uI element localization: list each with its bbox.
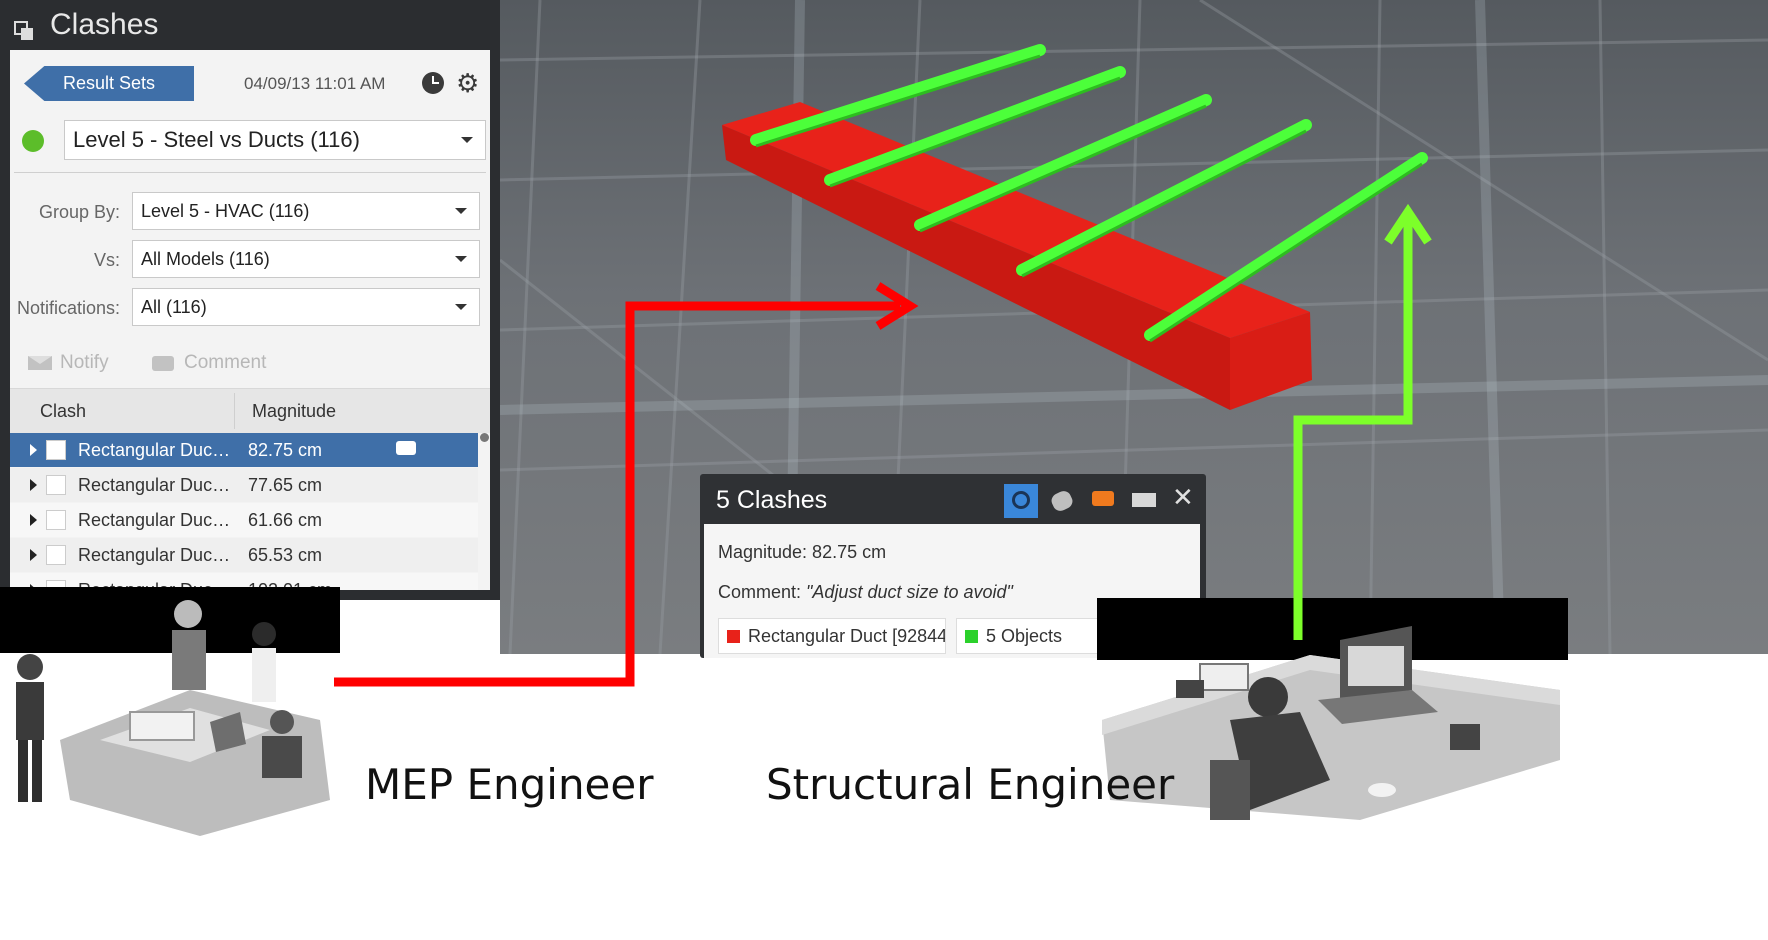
- vs-select[interactable]: All Models (116): [132, 240, 480, 278]
- panel-body: Result Sets 04/09/13 11:01 AM ⚙ Level 5 …: [10, 50, 490, 590]
- scrollbar-thumb[interactable]: [480, 433, 489, 442]
- panel-header: Clashes: [0, 0, 500, 50]
- popup-magnitude: Magnitude: 82.75 cm: [718, 542, 887, 562]
- black-bar-right: [1097, 598, 1568, 660]
- table-header: Clash Magnitude: [10, 388, 490, 433]
- mail-icon[interactable]: [1132, 493, 1156, 507]
- popup-comment-prefix: Comment:: [718, 582, 807, 602]
- duct-swatch: [727, 629, 740, 643]
- objects-item-label: 5 Objects: [986, 625, 1063, 646]
- shade-icon[interactable]: [1049, 488, 1075, 514]
- duct-item-label: Rectangular Duct [928441: [748, 625, 946, 646]
- result-set-value: Level 5 - Steel vs Ducts (116): [73, 127, 360, 152]
- status-dot: [22, 130, 44, 152]
- gear-icon[interactable]: ⚙: [456, 70, 479, 96]
- table-row[interactable]: Rectangular Duc… 77.65 cm: [10, 468, 478, 502]
- clash-magnitude: 82.75 cm: [248, 440, 323, 460]
- result-sets-button[interactable]: Result Sets: [24, 66, 194, 101]
- clashes-icon: [14, 15, 34, 40]
- group-by-select[interactable]: Level 5 - HVAC (116): [132, 192, 480, 230]
- table-row[interactable]: Rectangular Duc… 82.75 cm: [10, 433, 478, 467]
- zoom-icon[interactable]: [1004, 484, 1038, 518]
- row-checkbox[interactable]: [46, 510, 66, 530]
- chevron-down-icon: [455, 304, 467, 310]
- clash-name: Rectangular Duc…: [78, 475, 231, 495]
- chevron-down-icon: [455, 256, 467, 262]
- mail-icon: [28, 356, 52, 370]
- row-checkbox[interactable]: [46, 545, 66, 565]
- chevron-down-icon: [461, 137, 473, 143]
- divider: [14, 172, 486, 173]
- expand-icon[interactable]: [30, 479, 37, 491]
- column-clash[interactable]: Clash: [40, 401, 86, 422]
- structural-engineer-caption: Structural Engineer: [766, 760, 1175, 809]
- steel-beam-4: [1016, 119, 1312, 276]
- comment-button[interactable]: Comment: [152, 352, 266, 374]
- clash-name: Rectangular Duc…: [78, 510, 231, 530]
- expand-icon[interactable]: [30, 514, 37, 526]
- mep-engineer-caption: MEP Engineer: [365, 760, 654, 809]
- popup-title: 5 Clashes: [716, 486, 828, 514]
- objects-swatch: [965, 629, 978, 643]
- popup-comment-text: "Adjust duct size to avoid": [806, 582, 1013, 602]
- notify-label: Notify: [60, 352, 109, 373]
- comment-label: Comment: [184, 352, 267, 373]
- panel-title: Clashes: [50, 8, 159, 41]
- table-row[interactable]: Rectangular Duc… 65.53 cm: [10, 538, 478, 572]
- clock-icon[interactable]: [422, 72, 444, 94]
- clash-name: Rectangular Duc…: [78, 440, 231, 460]
- expand-icon[interactable]: [30, 549, 37, 561]
- clash-name: Rectangular Duc…: [78, 545, 231, 565]
- comment-icon[interactable]: [1092, 491, 1114, 506]
- popup-comment: Comment: "Adjust duct size to avoid": [718, 582, 1013, 603]
- duct-item[interactable]: Rectangular Duct [928441: [718, 618, 946, 654]
- result-datetime: 04/09/13 11:01 AM: [244, 74, 386, 93]
- clash-magnitude: 65.53 cm: [248, 545, 323, 565]
- notifications-select[interactable]: All (116): [132, 288, 480, 326]
- row-checkbox[interactable]: [46, 440, 66, 460]
- group-by-value: Level 5 - HVAC (116): [141, 200, 310, 221]
- comment-icon: [152, 355, 174, 371]
- notifications-label: Notifications:: [16, 298, 120, 318]
- column-divider: [234, 393, 235, 429]
- close-icon[interactable]: ✕: [1172, 482, 1194, 513]
- clashes-panel: Clashes Result Sets 04/09/13 11:01 AM ⚙ …: [0, 0, 500, 600]
- column-magnitude[interactable]: Magnitude: [252, 401, 336, 422]
- notify-button[interactable]: Notify: [28, 352, 109, 374]
- vs-value: All Models (116): [141, 248, 270, 269]
- clash-magnitude: 61.66 cm: [248, 510, 323, 530]
- result-set-select[interactable]: Level 5 - Steel vs Ducts (116): [64, 120, 486, 160]
- chevron-down-icon: [455, 208, 467, 214]
- comment-icon[interactable]: [396, 441, 416, 455]
- table-row[interactable]: Rectangular Duc… 61.66 cm: [10, 503, 478, 537]
- clash-magnitude: 77.65 cm: [248, 475, 323, 495]
- black-bar-left: [0, 587, 340, 653]
- group-by-label: Group By:: [38, 202, 120, 222]
- expand-icon[interactable]: [30, 444, 37, 456]
- row-checkbox[interactable]: [46, 475, 66, 495]
- vs-label: Vs:: [93, 250, 120, 270]
- notifications-value: All (116): [141, 296, 207, 317]
- steel-beam-3: [914, 94, 1212, 231]
